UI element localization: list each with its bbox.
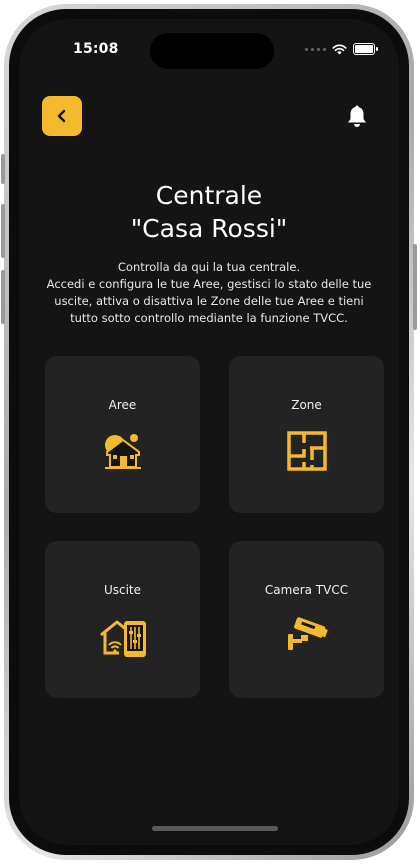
description-line-1: Controlla da qui la tua centrale. <box>117 260 301 274</box>
card-label: Zone <box>291 398 322 412</box>
floor-plan-icon <box>286 431 327 471</box>
card-zone[interactable]: Zone <box>229 356 384 513</box>
cctv-camera-icon <box>287 617 328 650</box>
volume-up-button <box>1 204 5 258</box>
signal-icon <box>305 47 326 51</box>
volume-down-button <box>1 270 5 324</box>
house-area-icon <box>104 434 141 469</box>
home-indicator[interactable] <box>152 826 278 831</box>
power-button <box>413 244 417 330</box>
description-line-3: uscite, attiva o disattiva le Zone delle… <box>54 294 364 308</box>
card-label: Aree <box>108 398 137 412</box>
card-label: Uscite <box>103 583 142 597</box>
back-button[interactable] <box>42 96 82 136</box>
status-icons <box>305 43 378 55</box>
page-description: Controlla da qui la tua centrale. Accedi… <box>37 259 381 327</box>
title-line-2: "Casa Rossi" <box>130 214 288 243</box>
side-button <box>1 154 5 184</box>
card-label: Camera TVCC <box>264 583 349 597</box>
chevron-left-icon <box>57 109 66 123</box>
notifications-button[interactable] <box>346 104 368 132</box>
phone-frame: 15:08 Centrale "Casa Rossi" Controlla da… <box>1 4 417 860</box>
battery-icon <box>353 43 378 55</box>
bell-icon <box>348 105 366 127</box>
description-line-2: Accedi e configura le tue Aree, gestisci… <box>46 277 372 291</box>
card-uscite[interactable]: Uscite <box>45 541 200 698</box>
status-time: 15:08 <box>73 41 119 57</box>
smart-home-controls-icon <box>99 620 146 657</box>
description-line-4: tutto sotto controllo mediante la funzio… <box>70 311 348 325</box>
screen: 15:08 Centrale "Casa Rossi" Controlla da… <box>19 19 399 845</box>
bezel: 15:08 Centrale "Casa Rossi" Controlla da… <box>9 9 409 855</box>
card-camera-tvcc[interactable]: Camera TVCC <box>229 541 384 698</box>
title-line-1: Centrale <box>155 181 263 210</box>
dynamic-island <box>150 33 274 69</box>
wifi-icon <box>332 44 347 55</box>
page-title: Centrale "Casa Rossi" <box>19 179 399 245</box>
card-aree[interactable]: Aree <box>45 356 200 513</box>
